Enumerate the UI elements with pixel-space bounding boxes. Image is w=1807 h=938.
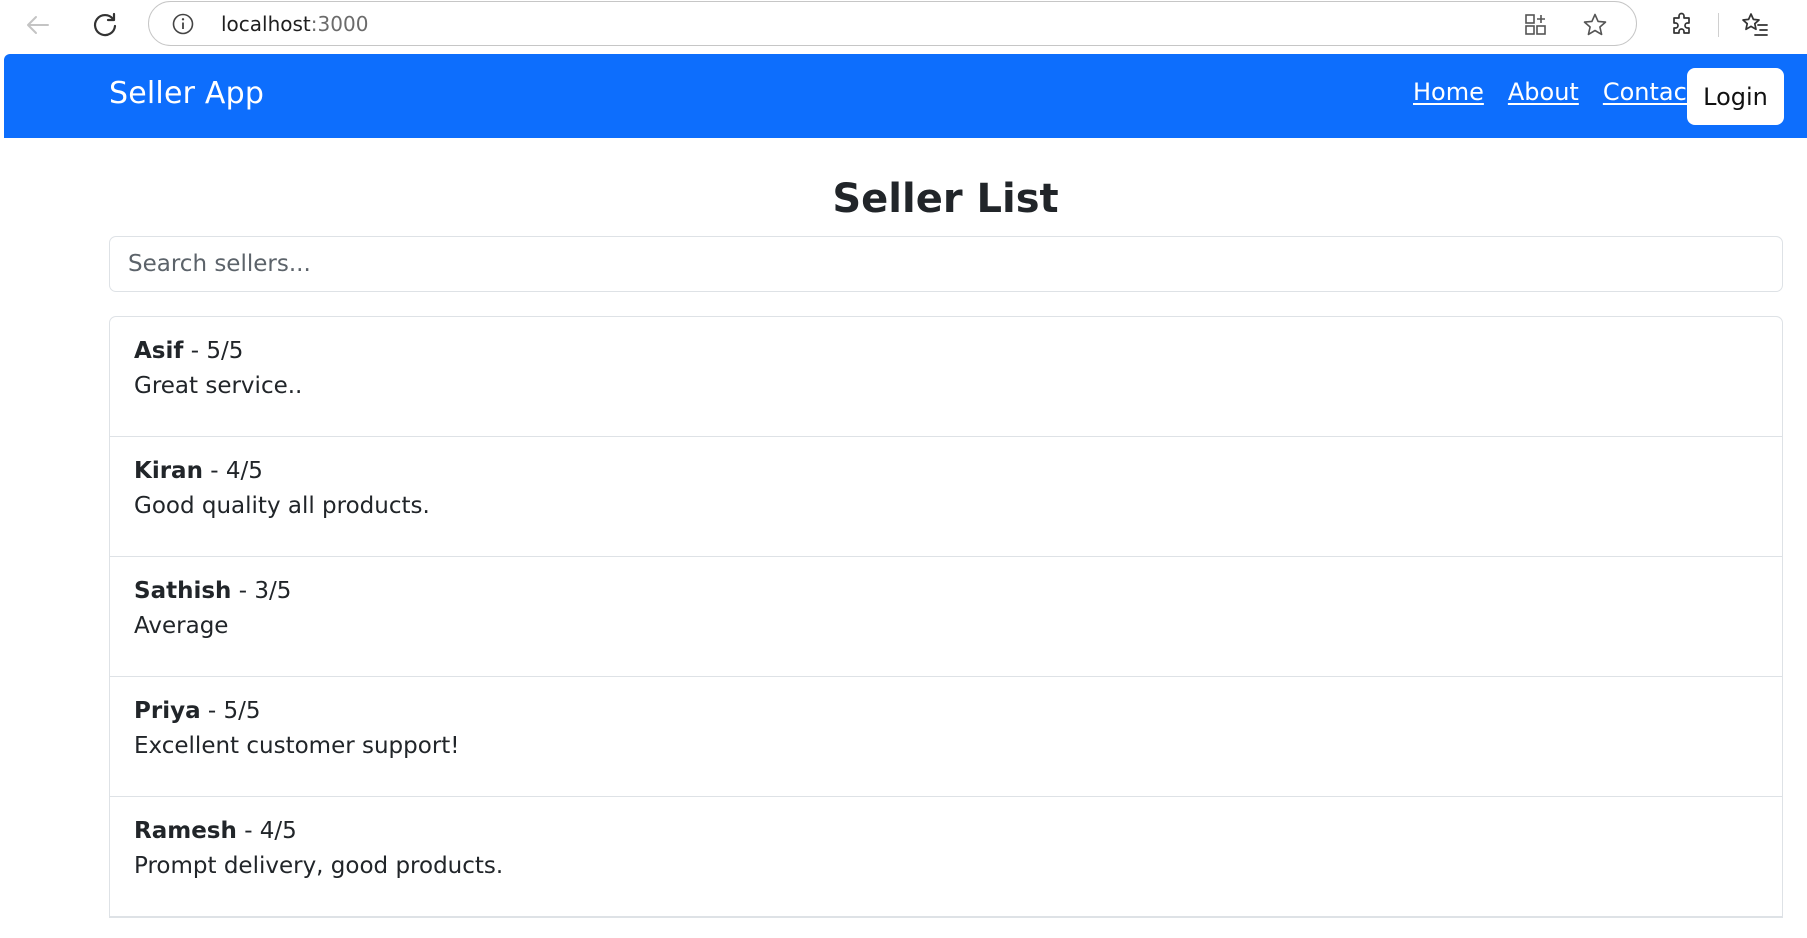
app-navbar: Seller App Home About Contact Login [4, 54, 1807, 138]
login-button[interactable]: Login [1687, 68, 1784, 125]
address-url[interactable]: localhost:3000 [221, 12, 368, 36]
seller-rating: - 3/5 [238, 578, 292, 604]
seller-list-item[interactable]: Priya - 5/5 Excellent customer support! [110, 677, 1782, 797]
page-title: Seller List [832, 176, 1059, 222]
seller-review: Prompt delivery, good products. [134, 853, 504, 879]
seller-rating: - 4/5 [210, 458, 263, 484]
split-screen-icon[interactable] [1522, 11, 1550, 39]
nav-link-home[interactable]: Home [1413, 78, 1484, 106]
toolbar-divider [1718, 13, 1719, 37]
nav-link-about[interactable]: About [1508, 78, 1579, 106]
site-info-icon[interactable] [171, 12, 195, 36]
favorites-list-icon[interactable] [1738, 8, 1772, 42]
navbar-brand[interactable]: Seller App [109, 76, 264, 111]
seller-name: Sathish [134, 578, 232, 604]
seller-name: Priya [134, 698, 201, 724]
browser-toolbar: localhost:3000 [0, 0, 1807, 54]
seller-name: Asif [134, 338, 184, 364]
back-arrow-icon[interactable] [21, 8, 55, 42]
seller-rating: - 5/5 [207, 698, 261, 724]
seller-review: Good quality all products. [134, 493, 430, 519]
extensions-icon[interactable] [1665, 8, 1699, 42]
seller-name: Ramesh [134, 818, 237, 844]
seller-rating: - 4/5 [244, 818, 297, 844]
seller-list-item[interactable]: Ramesh - 4/5 Prompt delivery, good produ… [110, 797, 1782, 917]
seller-list-item[interactable]: Asif - 5/5 Great service.. [110, 317, 1782, 437]
search-input[interactable] [109, 236, 1783, 292]
nav-link-contact[interactable]: Contact [1603, 78, 1696, 106]
seller-review: Average [134, 613, 229, 639]
seller-list: Asif - 5/5 Great service.. Kiran - 4/5 G… [109, 316, 1783, 918]
seller-name: Kiran [134, 458, 203, 484]
seller-review: Great service.. [134, 373, 303, 399]
seller-list-item[interactable]: Kiran - 4/5 Good quality all products. [110, 437, 1782, 557]
seller-list-item[interactable]: Sathish - 3/5 Average [110, 557, 1782, 677]
favorite-star-icon[interactable] [1581, 11, 1609, 39]
reload-icon[interactable] [88, 8, 122, 42]
address-bar[interactable]: localhost:3000 [148, 1, 1637, 46]
navbar-links: Home About Contact [1413, 78, 1696, 106]
seller-rating: - 5/5 [190, 338, 244, 364]
seller-review: Excellent customer support! [134, 733, 460, 759]
